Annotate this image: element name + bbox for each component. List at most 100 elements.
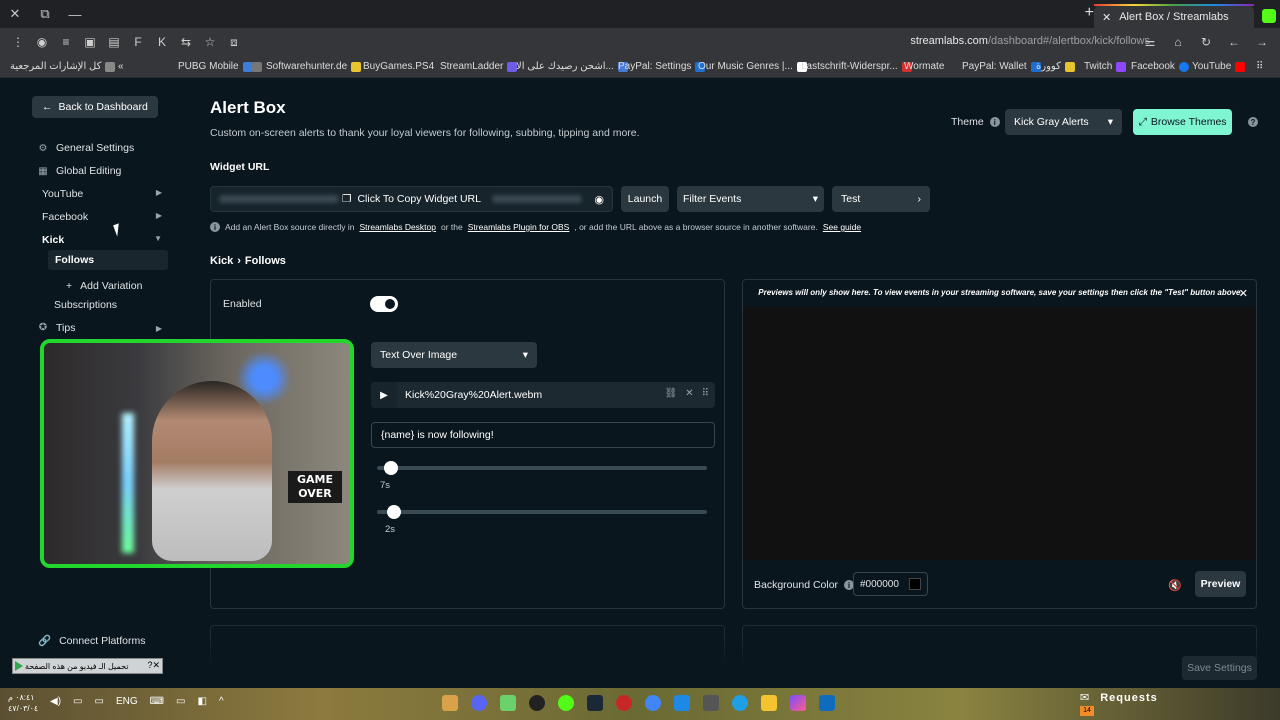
tray-up-icon[interactable]: ^ — [219, 696, 224, 707]
duration-slider[interactable] — [377, 461, 707, 475]
store-icon[interactable] — [703, 695, 719, 711]
kick-app-icon[interactable] — [558, 695, 574, 711]
sidebar-item-tips[interactable]: ✪ Tips ▶ — [38, 322, 162, 335]
sidebar-item-general-settings[interactable]: ⚙ General Settings — [38, 142, 135, 154]
bookmark-pubg[interactable]: PUBG Mobile — [178, 61, 253, 72]
back-to-dashboard-button[interactable]: ← Back to Dashboard — [32, 96, 158, 118]
requests-widget[interactable]: ✉ Requests — [1080, 691, 1158, 705]
info-icon[interactable]: i — [989, 117, 1000, 127]
obs-icon[interactable] — [529, 695, 545, 711]
discord-icon[interactable] — [471, 695, 487, 711]
eye-icon[interactable]: ◉ — [594, 193, 604, 206]
sidebar-item-follows[interactable]: Follows — [48, 250, 168, 270]
delay-slider-handle[interactable] — [386, 505, 401, 519]
layout-select[interactable]: Text Over Image ▾ — [371, 342, 537, 368]
bookmark-chevron-icon[interactable]: « — [118, 61, 124, 72]
outlook-icon[interactable] — [674, 695, 690, 711]
sidebar-item-facebook[interactable]: Facebook ▶ — [42, 211, 162, 223]
tab-close-icon[interactable]: ✕ — [1102, 11, 1111, 24]
sidebar-item-global-editing[interactable]: ▦ Global Editing — [38, 165, 121, 177]
bookmark-recharge[interactable]: اشحن رصيدك على الا... — [516, 61, 628, 72]
filter-events-select[interactable]: Filter Events ▾ — [677, 186, 824, 212]
bookmark-buygames[interactable]: BuyGames.PS4 — [363, 61, 434, 72]
app-red-icon[interactable] — [616, 695, 632, 711]
reload-icon[interactable]: ↻ — [1194, 32, 1218, 52]
bookmark-lastschrift[interactable]: Lastschrift-Widerspr... — [801, 61, 912, 72]
sidebar-item-subscriptions[interactable]: Subscriptions — [54, 299, 117, 311]
home-icon[interactable]: ⌂ — [1166, 32, 1190, 52]
notes-icon[interactable] — [500, 695, 516, 711]
minimize-window-icon[interactable]: — — [60, 0, 90, 28]
browser-tab-active[interactable]: ✕ Alert Box / Streamlabs — [1094, 4, 1276, 28]
extension-4-icon[interactable]: K — [150, 32, 174, 52]
bookmark-star-icon[interactable]: ☆ — [198, 32, 222, 52]
extension-icon[interactable]: ≡ — [54, 32, 78, 52]
media-file-row[interactable]: ▶ Kick%20Gray%20Alert.webm ⛓ ✕ ⠿ — [371, 382, 715, 408]
add-variation-button[interactable]: + Add Variation — [66, 280, 142, 292]
bookmarks-grid-icon[interactable]: ⠿ — [1256, 61, 1263, 72]
bookmark-softwarehunter[interactable]: Softwarehunter.de — [252, 61, 362, 72]
sidebar-item-kick[interactable]: Kick ▼ — [42, 234, 162, 246]
preview-button[interactable]: Preview — [1195, 571, 1246, 597]
remove-icon[interactable]: ✕ — [685, 388, 693, 399]
close-window-icon[interactable]: ✕ — [0, 0, 30, 28]
bookmark-youtube[interactable]: YouTube — [1192, 61, 1246, 72]
link-see-guide[interactable]: See guide — [823, 222, 861, 232]
enabled-toggle[interactable] — [370, 296, 398, 312]
save-settings-button[interactable]: Save Settings — [1182, 656, 1257, 680]
taskbar-app-icon[interactable] — [442, 695, 458, 711]
bookmark-music-genres[interactable]: Our Music Genres |... — [698, 61, 807, 72]
sidebar-item-connect-platforms[interactable]: 🔗 Connect Platforms — [38, 634, 145, 648]
bookmark-paypal-settings[interactable]: PayPal: Settings — [618, 61, 706, 72]
address-bar[interactable]: streamlabs.com/dashboard#/alertbox/kick/… — [910, 35, 1150, 47]
speaker-icon[interactable]: ◀) — [50, 696, 61, 707]
delay-slider[interactable] — [377, 505, 707, 519]
background-color-input[interactable]: #000000 — [853, 572, 928, 596]
bookmark-wormate[interactable]: Wormate — [904, 61, 944, 72]
widget-url-field[interactable]: ❐ Click To Copy Widget URL ◉ — [210, 186, 613, 212]
bookmark-facebook[interactable]: Facebook — [1131, 61, 1189, 72]
windows-start-icon[interactable] — [819, 695, 835, 711]
copilot-icon[interactable] — [790, 695, 806, 711]
edge-icon[interactable] — [732, 695, 748, 711]
screen-icon[interactable]: ▭ — [176, 696, 185, 707]
link-obs-plugin[interactable]: Streamlabs Plugin for OBS — [468, 222, 570, 232]
tray-icon[interactable]: ◧ — [198, 696, 207, 707]
forward-icon[interactable]: ← — [1222, 32, 1246, 52]
steam-icon[interactable] — [587, 695, 603, 711]
bookmark-all[interactable]: كل الإشارات المرجعية — [10, 61, 116, 72]
explorer-icon[interactable] — [761, 695, 777, 711]
back-icon[interactable]: → — [1250, 32, 1274, 52]
help-icon[interactable]: ? — [1248, 117, 1258, 127]
message-template-input[interactable] — [371, 422, 715, 448]
extension-2-icon[interactable]: ▤ — [102, 32, 126, 52]
puzzle-icon[interactable]: ▣ — [78, 32, 102, 52]
new-tab-icon[interactable]: + — [1085, 4, 1094, 22]
screenshot-icon[interactable]: ⧈ — [222, 32, 246, 52]
close-icon[interactable]: ✕ — [1239, 287, 1248, 300]
menu-icon[interactable]: ⋮ — [6, 32, 30, 52]
duration-slider-handle[interactable] — [383, 461, 398, 475]
bookmark-paypal-wallet[interactable]: PayPal: Wallet — [962, 61, 1041, 72]
browse-themes-button[interactable]: ⤢ Browse Themes — [1133, 109, 1232, 135]
link-icon[interactable]: ⛓ — [665, 388, 678, 399]
mute-icon[interactable]: 🔇 — [1168, 579, 1182, 592]
test-button[interactable]: Test › — [832, 186, 930, 212]
link-streamlabs-desktop[interactable]: Streamlabs Desktop — [359, 222, 436, 232]
video-download-bar[interactable]: تحميل الـ فيديو من هذه الصفحة ?✕ — [12, 658, 163, 674]
grid-icon[interactable]: ⠿ — [702, 388, 709, 399]
chrome-icon[interactable] — [645, 695, 661, 711]
theme-select[interactable]: Kick Gray Alerts ▾ — [1005, 109, 1122, 135]
bookmark-twitch[interactable]: Twitch — [1084, 61, 1127, 72]
translate-icon[interactable]: ⇆ — [174, 32, 198, 52]
site-settings-icon[interactable]: ⚌ — [1138, 32, 1162, 52]
keyboard-icon[interactable]: ⌨ — [150, 696, 164, 707]
lang-indicator[interactable]: ENG — [116, 696, 138, 707]
launch-button[interactable]: Launch — [621, 186, 669, 212]
color-swatch[interactable] — [909, 578, 921, 590]
restore-window-icon[interactable]: ⧉ — [30, 0, 60, 28]
battery-icon[interactable]: ▭ — [73, 696, 82, 707]
bookmark-kooora[interactable]: كوورة — [1036, 61, 1075, 72]
close-icon[interactable]: ?✕ — [147, 660, 160, 671]
extension-3-icon[interactable]: F — [126, 32, 150, 52]
